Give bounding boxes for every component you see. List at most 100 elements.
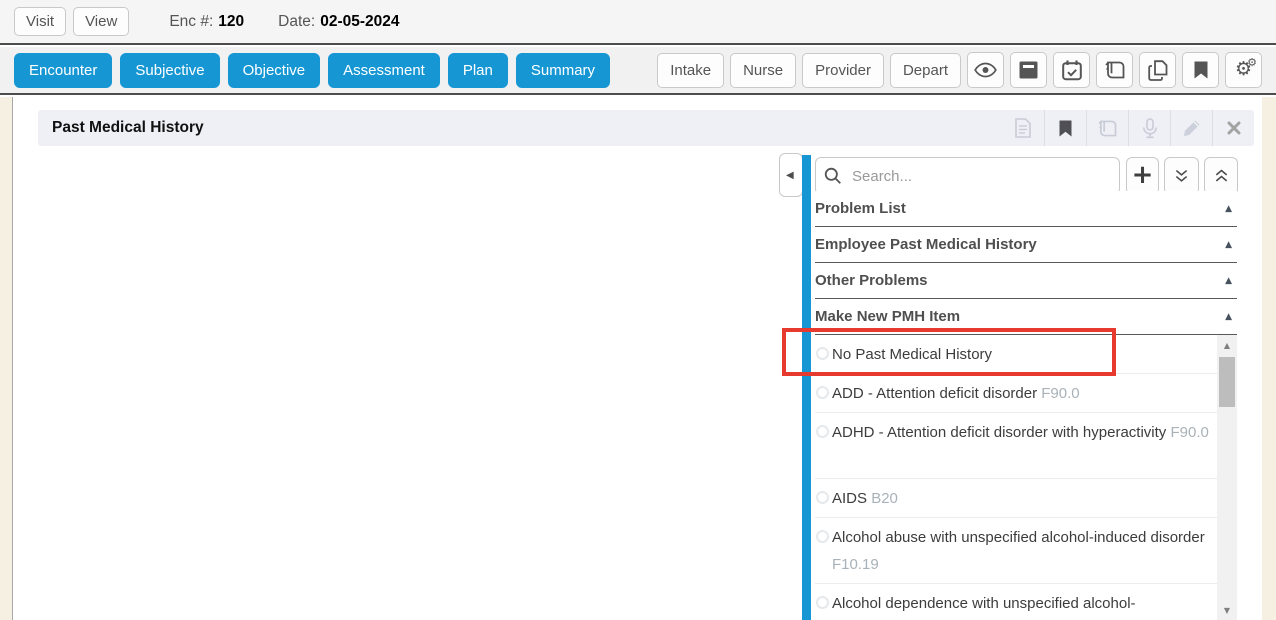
panel-collapse-handle[interactable]: ◀ xyxy=(779,153,803,197)
pmh-item-list: No Past Medical History ADD - Attention … xyxy=(815,335,1217,620)
section-bookmark-button[interactable] xyxy=(1044,110,1086,146)
document-icon xyxy=(1015,118,1031,138)
group-label: Other Problems xyxy=(815,272,928,289)
visit-button[interactable]: Visit xyxy=(14,7,66,36)
close-section-button[interactable] xyxy=(1212,110,1254,146)
list-item-add[interactable]: ADD - Attention deficit disorder F90.0 xyxy=(815,374,1217,413)
radio-circle xyxy=(816,596,829,609)
enc-value: 120 xyxy=(218,13,244,30)
intake-button[interactable]: Intake xyxy=(657,53,724,88)
double-chevron-up-icon xyxy=(1214,168,1229,184)
expand-all-button[interactable] xyxy=(1204,157,1238,195)
icd-code: F90.0 xyxy=(1170,424,1208,441)
note-button[interactable] xyxy=(1002,110,1044,146)
collapse-all-button[interactable] xyxy=(1164,157,1199,195)
view-button[interactable]: View xyxy=(73,7,129,36)
double-chevron-down-icon xyxy=(1174,168,1189,184)
search-input[interactable] xyxy=(815,157,1120,195)
journal-button[interactable] xyxy=(1096,52,1133,88)
radio-circle xyxy=(816,491,829,504)
caret-up-icon: ▲ xyxy=(1225,204,1232,214)
settings-button[interactable]: ⚙ ⚙ xyxy=(1225,52,1262,88)
scroll-up-button[interactable]: ▲ xyxy=(1217,337,1237,353)
tab-assessment[interactable]: Assessment xyxy=(328,53,440,88)
tab-encounter[interactable]: Encounter xyxy=(14,53,112,88)
calendar-check-icon xyxy=(1062,60,1082,81)
eye-icon xyxy=(974,62,997,78)
group-label: Make New PMH Item xyxy=(815,308,960,325)
panel-accent-stripe xyxy=(802,155,811,620)
encounter-number: Enc #: 120 xyxy=(169,13,244,31)
section-icon-bar xyxy=(1002,110,1254,146)
section-journal-button[interactable] xyxy=(1086,110,1128,146)
group-label: Employee Past Medical History xyxy=(815,236,1037,253)
close-icon xyxy=(1227,121,1241,135)
list-item-alcohol-abuse[interactable]: Alcohol abuse with unspecified alcohol-i… xyxy=(815,518,1217,584)
scroll-down-button[interactable]: ▼ xyxy=(1217,602,1237,618)
item-label: ADHD - Attention deficit disorder with h… xyxy=(832,424,1166,441)
list-item-no-pmh[interactable]: No Past Medical History xyxy=(815,335,1217,374)
page-edge-right xyxy=(1262,97,1276,620)
microphone-icon xyxy=(1142,118,1158,139)
plus-icon: + xyxy=(1132,162,1154,188)
visit-bar: Visit View Enc #: 120 Date: 02-05-2024 xyxy=(0,0,1276,45)
radio-circle xyxy=(816,425,829,438)
gears-icon: ⚙ ⚙ xyxy=(1235,60,1252,80)
accordion-groups: Problem List ▲ Employee Past Medical His… xyxy=(815,191,1237,335)
list-scrollbar[interactable]: ▲ ▼ xyxy=(1217,335,1237,620)
add-item-button[interactable]: + xyxy=(1126,157,1159,195)
copy-button[interactable] xyxy=(1139,52,1176,88)
page-edge-left xyxy=(0,97,13,620)
icd-code: F10.19 xyxy=(832,556,879,573)
tab-objective[interactable]: Objective xyxy=(228,53,321,88)
dictate-button[interactable] xyxy=(1128,110,1170,146)
bookmark-icon xyxy=(1059,120,1072,137)
group-make-new-pmh[interactable]: Make New PMH Item ▲ xyxy=(815,299,1237,335)
archive-button[interactable] xyxy=(1010,52,1047,88)
tab-plan[interactable]: Plan xyxy=(448,53,508,88)
toolbar-right: Intake Nurse Provider Depart xyxy=(651,52,1262,88)
scrollbar-thumb[interactable] xyxy=(1219,357,1235,407)
provider-button[interactable]: Provider xyxy=(802,53,884,88)
archive-box-icon xyxy=(1019,61,1038,79)
group-other-problems[interactable]: Other Problems ▲ xyxy=(815,263,1237,299)
date-value: 02-05-2024 xyxy=(320,13,399,30)
caret-up-icon: ▲ xyxy=(1225,312,1232,322)
list-item-adhd[interactable]: ADHD - Attention deficit disorder with h… xyxy=(815,413,1217,479)
icd-code: F90.0 xyxy=(1041,385,1079,402)
group-employee-pmh[interactable]: Employee Past Medical History ▲ xyxy=(815,227,1237,263)
item-label: ADD - Attention deficit disorder xyxy=(832,385,1037,402)
preview-button[interactable] xyxy=(967,52,1004,88)
emr-app: Visit View Enc #: 120 Date: 02-05-2024 Enc… xyxy=(0,0,1276,620)
nav-toolbar: Encounter Subjective Objective Assessmen… xyxy=(0,47,1276,95)
item-label: Alcohol abuse with unspecified alcohol-i… xyxy=(832,529,1205,546)
radio-circle xyxy=(816,386,829,399)
triangle-up-icon: ▲ xyxy=(1224,341,1230,350)
nurse-button[interactable]: Nurse xyxy=(730,53,796,88)
group-problem-list[interactable]: Problem List ▲ xyxy=(815,191,1237,227)
copy-icon xyxy=(1148,60,1168,81)
schedule-button[interactable] xyxy=(1053,52,1090,88)
group-label: Problem List xyxy=(815,200,906,217)
section-header: Past Medical History xyxy=(38,110,1254,146)
item-label: No Past Medical History xyxy=(832,346,992,363)
triangle-down-icon: ▼ xyxy=(1224,606,1230,615)
list-item-alcohol-dependence[interactable]: Alcohol dependence with unspecified alco… xyxy=(815,584,1217,620)
page-title: Past Medical History xyxy=(38,119,204,137)
icd-code: B20 xyxy=(871,490,898,507)
enc-label: Enc #: xyxy=(169,13,213,30)
radio-circle xyxy=(816,347,829,360)
tab-subjective[interactable]: Subjective xyxy=(120,53,219,88)
caret-up-icon: ▲ xyxy=(1225,240,1232,250)
caret-up-icon: ▲ xyxy=(1225,276,1232,286)
encounter-date: Date: 02-05-2024 xyxy=(278,13,399,31)
tab-summary[interactable]: Summary xyxy=(516,53,610,88)
depart-button[interactable]: Depart xyxy=(890,53,961,88)
radio-circle xyxy=(816,530,829,543)
book-icon xyxy=(1104,61,1126,79)
edit-button[interactable] xyxy=(1170,110,1212,146)
date-label: Date: xyxy=(278,13,315,30)
bookmark-button[interactable] xyxy=(1182,52,1219,88)
list-item-aids[interactable]: AIDS B20 xyxy=(815,479,1217,518)
item-label: AIDS xyxy=(832,490,867,507)
